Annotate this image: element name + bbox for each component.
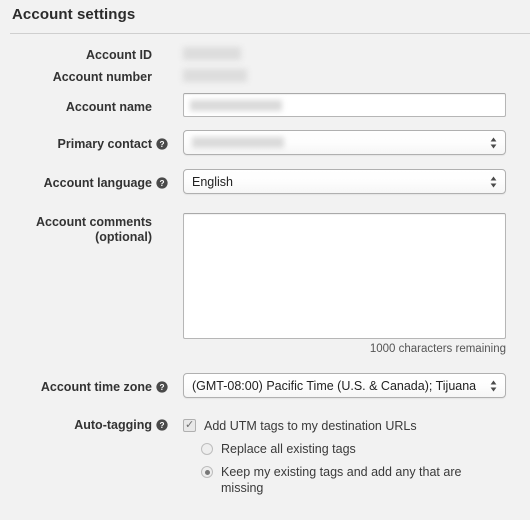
account-time-zone-select[interactable]: (GMT-08:00) Pacific Time (U.S. & Canada)… — [183, 373, 506, 398]
page-title: Account settings — [12, 6, 136, 23]
label-auto-tagging: Auto-tagging — [74, 418, 152, 432]
label-primary-contact: Primary contact — [57, 137, 152, 151]
svg-text:?: ? — [159, 179, 164, 188]
help-slot-account-time-zone: ? — [152, 373, 172, 393]
account-comments-char-count: 1000 characters remaining — [369, 343, 506, 355]
auto-tagging-option-replace[interactable]: Replace all existing tags — [183, 441, 530, 457]
redacted-primary-contact-value — [192, 137, 284, 148]
row-primary-contact: Primary contact ? — [0, 130, 530, 169]
field-account-comments: 1000 characters remaining — [172, 213, 530, 355]
row-account-language: Account language ? English — [0, 169, 530, 213]
help-slot-auto-tagging: ? — [152, 415, 172, 431]
stepper-arrows-icon — [490, 176, 497, 187]
account-language-select[interactable]: English — [183, 169, 506, 194]
replace-all-existing-tags-label: Replace all existing tags — [221, 442, 356, 456]
primary-contact-select[interactable] — [183, 130, 506, 155]
redacted-account-name-value — [190, 99, 282, 111]
title-divider — [10, 33, 530, 34]
account-time-zone-value: (GMT-08:00) Pacific Time (U.S. & Canada)… — [192, 378, 477, 393]
help-slot-account-comments — [152, 213, 172, 218]
help-question-icon[interactable]: ? — [156, 419, 168, 431]
svg-text:?: ? — [159, 383, 164, 392]
help-slot-account-name — [152, 93, 172, 98]
svg-text:?: ? — [159, 140, 164, 149]
replace-all-existing-tags-radio[interactable] — [201, 443, 213, 455]
redacted-account-id-value — [183, 47, 241, 60]
row-account-name: Account name — [0, 93, 530, 130]
field-account-time-zone: (GMT-08:00) Pacific Time (U.S. & Canada)… — [172, 373, 530, 398]
value-account-id — [172, 44, 530, 60]
account-settings-panel: Account settings Account ID Account numb… — [0, 0, 530, 520]
help-slot-primary-contact: ? — [152, 130, 172, 150]
row-account-comments: Account comments (optional) 1000 charact… — [0, 213, 530, 373]
row-account-time-zone: Account time zone ? (GMT-08:00) Pacific … — [0, 373, 530, 415]
account-name-input[interactable] — [183, 93, 506, 117]
keep-existing-tags-label: Keep my existing tags and add any that a… — [221, 465, 462, 495]
checkmark-icon: ✓ — [185, 419, 195, 431]
stepper-arrows-icon — [490, 137, 497, 148]
help-question-icon[interactable]: ? — [156, 381, 168, 393]
auto-tagging-checkbox-row[interactable]: ✓ Add UTM tags to my destination URLs — [183, 418, 530, 434]
svg-text:?: ? — [159, 421, 164, 430]
add-utm-tags-label: Add UTM tags to my destination URLs — [204, 419, 417, 433]
label-account-id: Account ID — [86, 48, 152, 62]
label-account-number: Account number — [52, 70, 152, 84]
label-account-name: Account name — [65, 100, 152, 114]
help-question-icon[interactable]: ? — [156, 177, 168, 189]
keep-existing-tags-radio[interactable] — [201, 466, 213, 478]
label-account-comments: Account comments (optional) — [0, 213, 152, 245]
account-language-value: English — [192, 174, 233, 189]
field-account-language: English — [172, 169, 530, 194]
label-account-time-zone: Account time zone — [40, 380, 152, 394]
label-account-comments-main: Account comments — [36, 215, 152, 229]
help-slot-account-number — [152, 66, 172, 71]
account-comments-textarea[interactable] — [183, 213, 506, 339]
row-account-id: Account ID — [0, 44, 530, 66]
field-primary-contact — [172, 130, 530, 155]
help-slot-account-id — [152, 44, 172, 49]
row-account-number: Account number — [0, 66, 530, 93]
field-auto-tagging: ✓ Add UTM tags to my destination URLs Re… — [172, 415, 530, 496]
row-auto-tagging: Auto-tagging ? ✓ Add UTM tags to my dest… — [0, 415, 530, 496]
account-settings-form: Account ID Account number Account name P… — [0, 44, 530, 496]
label-account-language: Account language — [43, 176, 152, 190]
redacted-account-number-value — [183, 69, 247, 82]
stepper-arrows-icon — [490, 380, 497, 391]
field-account-name — [172, 93, 530, 117]
help-slot-account-language: ? — [152, 169, 172, 189]
auto-tagging-option-keep[interactable]: Keep my existing tags and add any that a… — [183, 464, 530, 496]
add-utm-tags-checkbox[interactable]: ✓ — [183, 419, 196, 432]
value-account-number — [172, 66, 530, 82]
help-question-icon[interactable]: ? — [156, 138, 168, 150]
label-account-comments-sub: (optional) — [95, 230, 152, 244]
